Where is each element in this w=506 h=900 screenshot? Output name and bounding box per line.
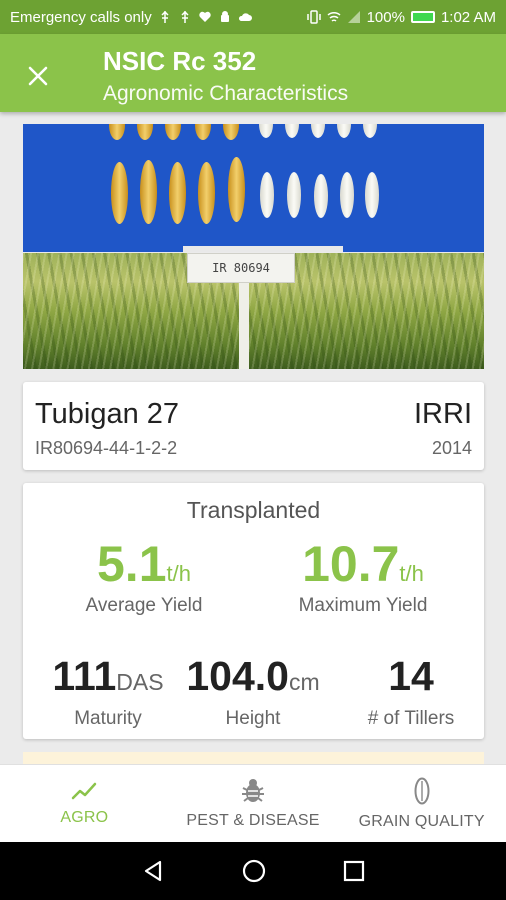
- variety-organization: IRRI: [414, 398, 472, 430]
- milled-grain: [314, 174, 328, 218]
- maturity-value: 111: [52, 653, 117, 699]
- carrier-text: Emergency calls only: [10, 8, 152, 26]
- paddy-grain: [198, 162, 215, 224]
- planting-method: Transplanted: [186, 497, 321, 523]
- milled-grain: [260, 172, 274, 218]
- paddy-grain: [165, 124, 181, 140]
- wifi-icon: [327, 11, 341, 22]
- paddy-grain: [228, 157, 245, 222]
- field-sign: IR 80694: [187, 253, 295, 283]
- close-icon: [28, 66, 48, 86]
- paddy-grain: [137, 124, 153, 140]
- back-icon[interactable]: [141, 859, 165, 883]
- battery-percent: 100%: [366, 8, 405, 26]
- status-right: 100% 1:02 AM: [306, 8, 496, 26]
- nav-item-grain-quality[interactable]: GRAIN QUALITY: [337, 765, 506, 842]
- nav-label-agro: AGRO: [60, 808, 109, 826]
- maturity-unit: DAS: [116, 669, 164, 695]
- milled-grain: [311, 124, 325, 138]
- paddy-grain: [111, 162, 128, 224]
- status-left: Emergency calls only: [10, 9, 307, 26]
- tillers-value-row: 14: [341, 653, 481, 700]
- grain-icon: [414, 777, 430, 804]
- height-unit: cm: [288, 669, 320, 695]
- tillers-value: 14: [388, 653, 434, 699]
- close-button[interactable]: [18, 56, 58, 96]
- milled-grain: [337, 124, 351, 138]
- home-icon[interactable]: [241, 858, 267, 884]
- vibrate-icon: [306, 10, 321, 24]
- average-yield: 5.1t/h Average Yield: [44, 535, 244, 617]
- height-value: 104.0: [186, 653, 289, 699]
- page-title: NSIC Rc 352: [103, 46, 257, 76]
- page-subtitle: Agronomic Characteristics: [103, 82, 349, 105]
- tillers-label: # of Tillers: [367, 708, 455, 729]
- paddy-grain: [223, 124, 239, 140]
- paddy-grain: [169, 162, 186, 224]
- variety-name: Tubigan 27: [35, 398, 180, 430]
- milled-grain: [340, 172, 354, 218]
- photo-label-tab: [183, 246, 343, 252]
- average-yield-unit: t/h: [166, 561, 191, 586]
- recents-icon[interactable]: [343, 860, 365, 882]
- heart-icon: [199, 11, 211, 22]
- tillers-metric: 14 # of Tillers: [341, 653, 481, 730]
- milled-grain: [363, 124, 377, 138]
- maximum-yield-value: 10.7: [302, 536, 400, 592]
- next-card-peek: [23, 752, 484, 764]
- maturity-label: Maturity: [74, 708, 142, 729]
- bug-icon: [242, 778, 264, 802]
- bottom-nav: AGRO PEST & DISEASE GRAIN QUALITY: [0, 764, 506, 842]
- android-icon: [220, 11, 229, 22]
- system-nav-bar: [0, 842, 506, 900]
- maximum-yield-label: Maximum Yield: [298, 595, 428, 616]
- maturity-metric: 111DAS Maturity: [33, 653, 183, 730]
- maximum-yield: 10.7t/h Maximum Yield: [263, 535, 463, 617]
- average-yield-value: 5.1: [97, 536, 167, 592]
- usb-icon: [161, 10, 169, 23]
- grain-photo: [23, 124, 484, 252]
- height-label: Height: [225, 708, 281, 729]
- milled-grain: [365, 172, 379, 218]
- nav-item-pest-disease[interactable]: PEST & DISEASE: [169, 765, 338, 842]
- milled-grain: [287, 172, 301, 218]
- paddy-grain: [195, 124, 211, 140]
- field-photo: IR 80694: [23, 253, 484, 369]
- milled-grain: [285, 124, 299, 138]
- maximum-yield-unit: t/h: [399, 561, 424, 586]
- average-yield-label: Average Yield: [85, 595, 203, 616]
- paddy-grain: [109, 124, 125, 140]
- nav-item-agro[interactable]: AGRO: [0, 765, 169, 842]
- maturity-value-row: 111DAS: [33, 653, 183, 700]
- battery-icon: [410, 11, 435, 23]
- clock: 1:02 AM: [440, 8, 496, 26]
- maximum-yield-value-row: 10.7t/h: [263, 535, 463, 593]
- signal-icon: [347, 11, 360, 23]
- stats-card: Transplanted 5.1t/h Average Yield 10.7t/…: [23, 483, 484, 739]
- variety-year: 2014: [431, 438, 472, 458]
- height-metric: 104.0cm Height: [173, 653, 333, 730]
- app-bar: NSIC Rc 352 Agronomic Characteristics: [0, 34, 506, 112]
- field-sign-post: [239, 283, 249, 369]
- height-value-row: 104.0cm: [173, 653, 333, 700]
- milled-grain: [259, 124, 273, 138]
- nav-label-pest-disease: PEST & DISEASE: [186, 811, 320, 829]
- variety-card: Tubigan 27 IR80694-44-1-2-2 IRRI 2014: [23, 382, 484, 470]
- variety-code: IR80694-44-1-2-2: [35, 438, 178, 458]
- content-scroll[interactable]: IR 80694 Tubigan 27 IR80694-44-1-2-2 IRR…: [0, 112, 506, 764]
- nav-label-grain-quality: GRAIN QUALITY: [358, 812, 485, 830]
- trend-line-icon: [72, 782, 97, 799]
- cloud-icon: [238, 13, 252, 21]
- average-yield-value-row: 5.1t/h: [44, 535, 244, 593]
- paddy-grain: [140, 160, 157, 224]
- usb-icon: [181, 10, 189, 23]
- status-bar: Emergency calls only 100% 1:02 AM: [0, 0, 506, 34]
